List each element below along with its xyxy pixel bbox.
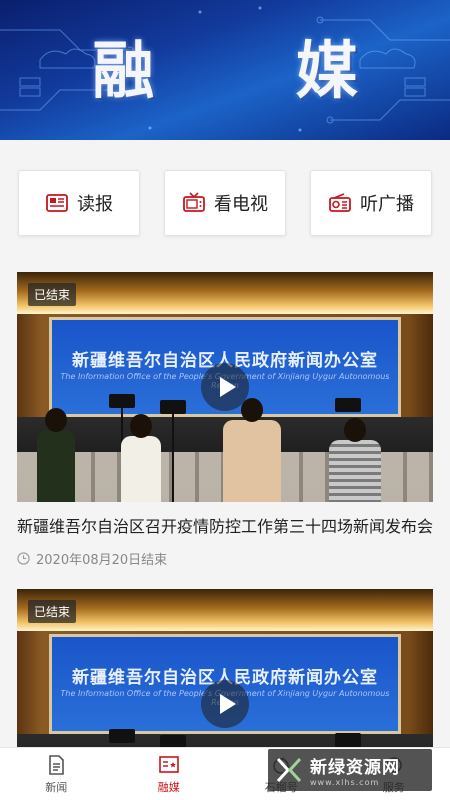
- play-icon: [220, 377, 236, 397]
- person: [223, 398, 281, 502]
- radio-icon: [329, 193, 351, 212]
- status-badge: 已结束: [28, 283, 77, 306]
- play-icon: [220, 694, 236, 714]
- tab-news[interactable]: 新闻: [0, 748, 113, 800]
- live-card[interactable]: 新疆维吾尔自治区人民政府新闻办公室 The Information Office…: [17, 589, 433, 747]
- status-badge: 已结束: [28, 600, 77, 623]
- watch-tv-button[interactable]: 看电视: [164, 170, 286, 236]
- camera: [335, 733, 361, 747]
- document-icon: [49, 754, 65, 775]
- play-button[interactable]: [201, 680, 249, 728]
- clock-icon: [17, 552, 30, 565]
- listen-radio-button[interactable]: 听广播: [310, 170, 432, 236]
- watch-tv-label: 看电视: [214, 194, 268, 215]
- card-title[interactable]: 新疆维吾尔自治区召开疫情防控工作第三十四场新闻发布会: [17, 513, 433, 537]
- ceiling-lights: [17, 272, 433, 314]
- ceiling-lights: [17, 589, 433, 631]
- read-newspaper-label: 读报: [77, 194, 113, 215]
- tab-label: 新闻: [45, 780, 68, 794]
- camera: [160, 400, 186, 414]
- video-thumbnail[interactable]: 新疆维吾尔自治区人民政府新闻办公室 The Information Office…: [17, 589, 433, 747]
- media-icon: [158, 755, 179, 773]
- read-newspaper-button[interactable]: 读报: [18, 170, 140, 236]
- listen-radio-label: 听广播: [360, 194, 414, 215]
- banner: 融 媒: [0, 0, 450, 140]
- watermark-logo-icon: [276, 757, 302, 783]
- end-date: 2020年08月20日结束: [36, 553, 168, 568]
- tv-icon: [183, 192, 205, 212]
- tab-label: 融媒: [157, 780, 180, 794]
- camera: [160, 735, 186, 747]
- card-meta: 2020年08月20日结束: [17, 549, 433, 568]
- camera: [109, 394, 135, 408]
- camera: [109, 729, 135, 743]
- tripod: [172, 414, 174, 502]
- video-thumbnail[interactable]: 新疆维吾尔自治区人民政府新闻办公室 The Information Office…: [17, 272, 433, 502]
- quick-actions: 读报 看电视 听广播: [18, 170, 432, 236]
- camera: [335, 398, 361, 412]
- person: [329, 418, 381, 502]
- watermark-url: www.xlhs.com: [310, 778, 380, 787]
- person: [37, 408, 75, 502]
- watermark-title: 新绿资源网: [310, 758, 400, 778]
- play-button[interactable]: [201, 363, 249, 411]
- tab-media[interactable]: 融媒: [113, 748, 226, 800]
- banner-title: 融 媒: [92, 34, 418, 107]
- newspaper-icon: [46, 194, 68, 212]
- watermark: 新绿资源网 www.xlhs.com: [268, 749, 432, 791]
- stage: [17, 734, 433, 747]
- person: [121, 414, 161, 502]
- live-card[interactable]: 新疆维吾尔自治区人民政府新闻办公室 The Information Office…: [17, 272, 433, 568]
